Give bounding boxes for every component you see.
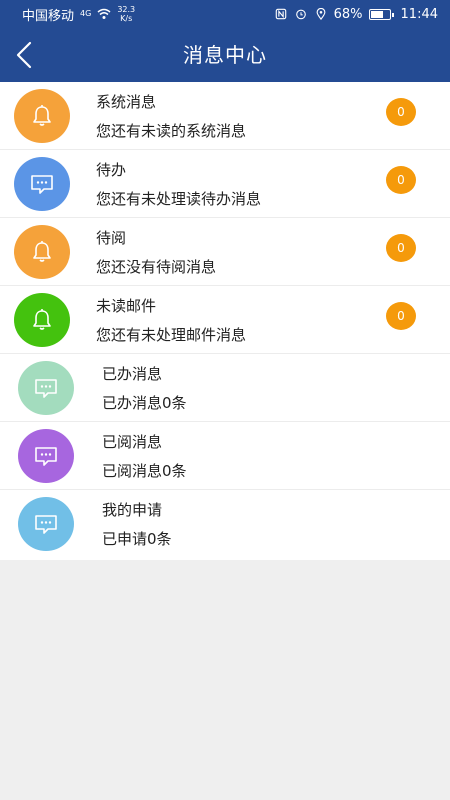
bell-icon <box>29 307 55 333</box>
unread-count-badge: 0 <box>386 302 416 330</box>
unread-count-badge: 0 <box>386 98 416 126</box>
item-title: 已阅消息 <box>102 433 163 451</box>
list-item[interactable]: 未读邮件您还有未处理邮件消息 0 <box>0 286 450 354</box>
item-avatar <box>18 429 74 483</box>
carrier-name: 中国移动 <box>22 8 75 24</box>
chat-icon <box>33 512 59 536</box>
bell-icon <box>29 239 55 265</box>
network-type: 4G <box>80 8 92 18</box>
list-item[interactable]: 已办消息已办消息0条 <box>0 354 450 422</box>
item-title: 未读邮件 <box>96 297 157 315</box>
list-item[interactable]: 待阅您还没有待阅消息 0 <box>0 218 450 286</box>
item-title: 待办 <box>96 161 127 179</box>
item-description: 已办消息0条 <box>102 394 187 412</box>
unread-count-badge: 0 <box>386 234 416 262</box>
wifi-icon <box>97 8 111 19</box>
list-item[interactable]: 已阅消息已阅消息0条 <box>0 422 450 490</box>
nfc-icon <box>275 8 286 20</box>
battery-icon <box>368 8 394 20</box>
item-avatar <box>18 497 74 551</box>
item-description: 已申请0条 <box>102 530 172 548</box>
alarm-icon <box>295 9 306 20</box>
network-speed: 32.3 K/s <box>117 5 136 23</box>
clock: 11:44 <box>400 6 438 22</box>
chat-icon <box>33 376 59 400</box>
item-description: 已阅消息0条 <box>102 462 187 480</box>
item-avatar <box>14 225 70 279</box>
list-item[interactable]: 待办您还有未处理读待办消息 0 <box>0 150 450 218</box>
chat-icon <box>29 172 55 196</box>
battery-percent: 68% <box>333 6 363 22</box>
item-title: 待阅 <box>96 229 127 247</box>
chat-icon <box>33 444 59 468</box>
message-list: 系统消息您还有未读的系统消息 0 待办您还有未处理读待办消息 0 待阅您还没有待阅消息 0… <box>0 82 450 560</box>
list-item[interactable]: 我的申请已申请0条 <box>0 490 450 560</box>
item-avatar <box>14 293 70 347</box>
navigation-bar: 消息中心 <box>0 28 450 82</box>
item-description: 您还有未处理邮件消息 <box>96 326 247 344</box>
item-avatar <box>18 361 74 415</box>
page-title: 消息中心 <box>183 43 267 67</box>
item-description: 您还没有待阅消息 <box>96 258 217 276</box>
unread-count-badge: 0 <box>386 166 416 194</box>
item-avatar <box>14 157 70 211</box>
location-icon <box>316 8 326 20</box>
item-description: 您还有未读的系统消息 <box>96 122 247 140</box>
item-title: 系统消息 <box>96 93 157 111</box>
list-item[interactable]: 系统消息您还有未读的系统消息 0 <box>0 82 450 150</box>
item-title: 已办消息 <box>102 365 163 383</box>
item-avatar <box>14 89 70 143</box>
item-description: 您还有未处理读待办消息 <box>96 190 262 208</box>
status-bar: 中国移动 4G 32.3 K/s 68% 11:44 <box>0 0 450 28</box>
item-title: 我的申请 <box>102 501 163 519</box>
bell-icon <box>29 103 55 129</box>
